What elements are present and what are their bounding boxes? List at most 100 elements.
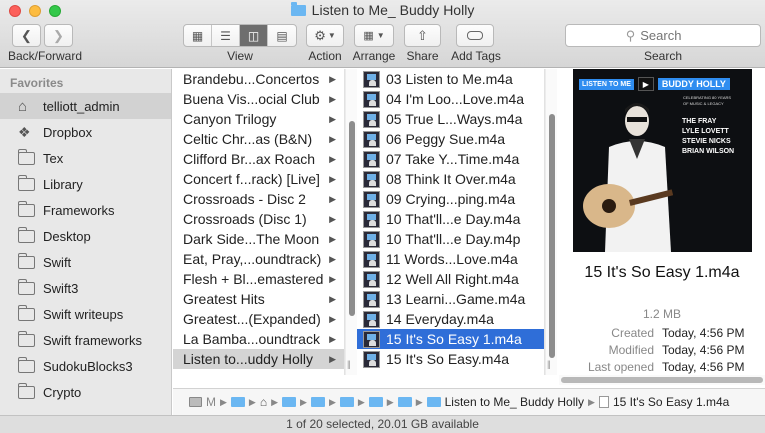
created-row: Created Today, 4:56 PM [559, 326, 765, 340]
sidebar-item-tex[interactable]: Tex [0, 145, 171, 171]
disclosure-arrow-icon: ▶ [329, 113, 336, 124]
sidebar-item-frameworks[interactable]: Frameworks [0, 197, 171, 223]
path-crumb-folder[interactable]: Listen to Me_ Buddy Holly [445, 395, 584, 409]
album-art-thumbnail [363, 350, 380, 368]
track-name: 10 That'll...e Day.m4p [386, 231, 521, 247]
folder-icon[interactable] [282, 397, 297, 407]
forward-button[interactable]: ❯ [44, 24, 73, 47]
sidebar-item-swift-frameworks[interactable]: Swift frameworks [0, 327, 171, 353]
sidebar-item-library[interactable]: Library [0, 171, 171, 197]
view-columns-button[interactable]: ◫ [240, 25, 268, 46]
tracks-scrollbar[interactable] [545, 69, 557, 375]
path-crumb-file[interactable]: 15 It's So Easy 1.m4a [613, 395, 729, 409]
album-name: La Bamba...oundtrack [183, 331, 320, 347]
album-row[interactable]: Celtic Chr...as (B&N) ▶ [173, 129, 344, 149]
track-row[interactable]: 11 Words...Love.m4a [357, 249, 544, 269]
sidebar-item-desktop[interactable]: Desktop [0, 223, 171, 249]
sidebar-item-swift-writeups[interactable]: Swift writeups [0, 301, 171, 327]
album-row[interactable]: Crossroads - Disc 2 ▶ [173, 189, 344, 209]
search-icon: ⚲ [625, 27, 636, 43]
album-row[interactable]: Flesh + Bl...emastered ▶ [173, 269, 344, 289]
album-row[interactable]: Buena Vis...ocial Club ▶ [173, 89, 344, 109]
share-button[interactable]: ⇧ [404, 24, 441, 47]
track-name: 07 Take Y...Time.m4a [386, 151, 520, 167]
folder-icon[interactable] [397, 397, 412, 407]
search-field[interactable]: ⚲ [565, 24, 761, 47]
sidebar-item-label: Dropbox [43, 124, 93, 140]
track-row-selected[interactable]: 15 It's So Easy 1.m4a [357, 329, 544, 349]
created-value: Today, 4:56 PM [662, 326, 745, 340]
view-icons-button[interactable]: ▦ [184, 25, 212, 46]
track-row[interactable]: 04 I'm Loo...Love.m4a [357, 89, 544, 109]
album-row[interactable]: Concert f...rack) [Live] ▶ [173, 169, 344, 189]
folder-icon [17, 226, 35, 243]
album-row[interactable]: Crossroads (Disc 1) ▶ [173, 209, 344, 229]
track-name: 11 Words...Love.m4a [386, 251, 518, 267]
add-tags-button[interactable] [456, 24, 494, 47]
home-icon[interactable]: ⌂ [260, 395, 267, 409]
track-row[interactable]: 10 That'll...e Day.m4p [357, 229, 544, 249]
track-row[interactable]: 03 Listen to Me.m4a [357, 69, 544, 89]
track-row[interactable]: 05 True L...Ways.m4a [357, 109, 544, 129]
folder-icon[interactable] [339, 397, 354, 407]
path-separator-icon: ▶ [328, 396, 336, 407]
track-row[interactable]: 13 Learni...Game.m4a [357, 289, 544, 309]
arrange-label: Arrange [352, 49, 396, 63]
folder-icon[interactable] [230, 397, 245, 407]
folder-icon [17, 200, 35, 217]
track-name: 12 Well All Right.m4a [386, 271, 519, 287]
album-row[interactable]: Canyon Trilogy ▶ [173, 109, 344, 129]
album-artwork: LISTEN TO ME ▶ BUDDY HOLLY CELEBRATING 8… [573, 69, 752, 252]
dropbox-icon: ❖ [18, 123, 31, 140]
sidebar-item-swift[interactable]: Swift [0, 249, 171, 275]
search-input[interactable] [640, 28, 701, 43]
home-icon: ⌂ [18, 97, 28, 115]
action-button[interactable]: ⚙ ▼ [306, 24, 344, 47]
sidebar-item-telliott-admin[interactable]: ⌂ telliott_admin [0, 93, 171, 119]
albums-scrollbar[interactable] [345, 69, 357, 375]
album-row[interactable]: Eat, Pray,...oundtrack) ▶ [173, 249, 344, 269]
sidebar-item-sudokublocks3[interactable]: SudokuBlocks3 [0, 353, 171, 379]
path-separator-icon: ▶ [357, 396, 365, 407]
path-crumb-disk[interactable]: M [206, 395, 216, 409]
sidebar-item-crypto[interactable]: Crypto [0, 379, 171, 405]
track-row[interactable]: 09 Crying...ping.m4a [357, 189, 544, 209]
folder-icon [426, 397, 441, 407]
folder-icon[interactable] [368, 397, 383, 407]
preview-horizontal-scrollbar[interactable] [559, 375, 765, 385]
track-row[interactable]: 10 That'll...e Day.m4a [357, 209, 544, 229]
view-list-button[interactable]: ☰ [212, 25, 240, 46]
track-row[interactable]: 08 Think It Over.m4a [357, 169, 544, 189]
column-resize-handle[interactable]: || [547, 359, 551, 369]
track-row[interactable]: 06 Peggy Sue.m4a [357, 129, 544, 149]
view-coverflow-button[interactable]: ▤ [268, 25, 296, 46]
album-row[interactable]: Brandebu...Concertos ▶ [173, 69, 344, 89]
column-resize-handle[interactable]: || [347, 359, 351, 369]
sidebar-item-swift3[interactable]: Swift3 [0, 275, 171, 301]
album-row[interactable]: Clifford Br...ax Roach ▶ [173, 149, 344, 169]
tracks-scroll-thumb[interactable] [549, 114, 555, 358]
track-row[interactable]: 12 Well All Right.m4a [357, 269, 544, 289]
albums-scroll-thumb[interactable] [349, 121, 355, 316]
path-separator-icon: ▶ [220, 396, 227, 407]
album-art-thumbnail [363, 210, 380, 228]
album-row-selected[interactable]: Listen to...uddy Holly ▶ [173, 349, 344, 369]
album-name: Dark Side...The Moon [183, 231, 320, 247]
track-row[interactable]: 14 Everyday.m4a [357, 309, 544, 329]
album-name: Clifford Br...ax Roach [183, 151, 316, 167]
preview-scroll-thumb[interactable] [561, 377, 763, 383]
album-art-thumbnail [363, 230, 380, 248]
album-row[interactable]: Dark Side...The Moon ▶ [173, 229, 344, 249]
album-row[interactable]: Greatest Hits ▶ [173, 289, 344, 309]
album-art-thumbnail [363, 90, 380, 108]
back-button[interactable]: ❮ [12, 24, 41, 47]
view-switcher: ▦ ☰ ◫ ▤ [183, 24, 297, 47]
sidebar-item-dropbox[interactable]: ❖ Dropbox [0, 119, 171, 145]
folder-icon[interactable] [310, 397, 325, 407]
track-row[interactable]: 07 Take Y...Time.m4a [357, 149, 544, 169]
track-row[interactable]: 15 It's So Easy.m4a [357, 349, 544, 369]
album-row[interactable]: Greatest...(Expanded) ▶ [173, 309, 344, 329]
arrange-button[interactable]: ▦ ▼ [354, 24, 394, 47]
track-name: 08 Think It Over.m4a [386, 171, 516, 187]
album-row[interactable]: La Bamba...oundtrack ▶ [173, 329, 344, 349]
